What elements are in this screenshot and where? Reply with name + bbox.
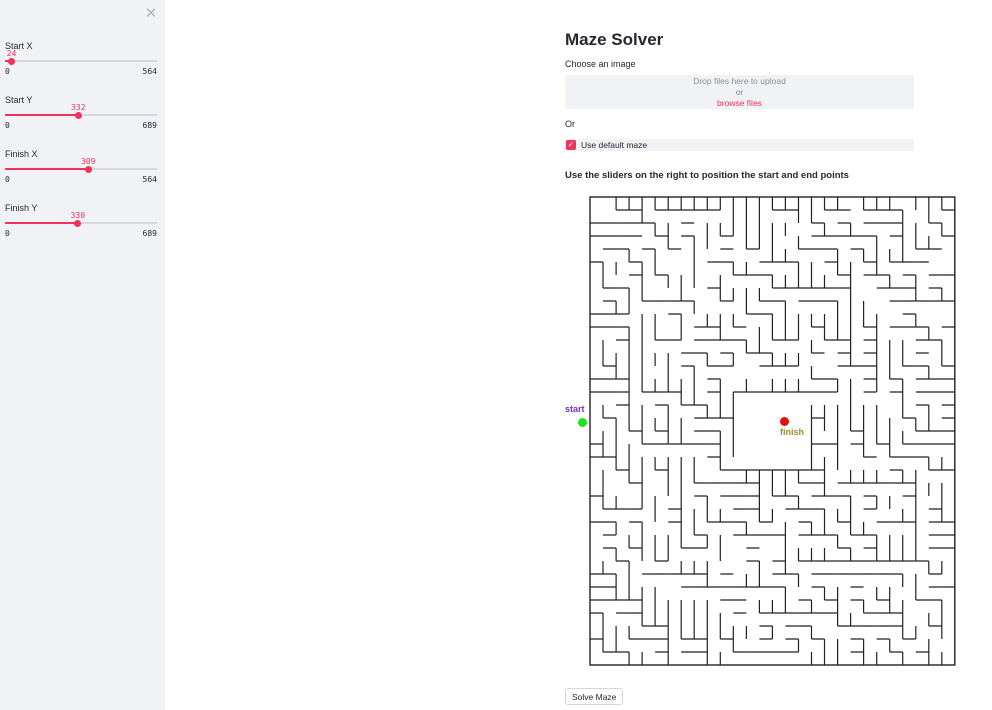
page-title: Maze Solver [565, 30, 664, 49]
slider-min: 0 [5, 175, 10, 184]
slider-track[interactable] [5, 57, 157, 65]
slider-finish-x[interactable]: Finish X 309 0 564 [5, 149, 157, 199]
slider-thumb[interactable] [84, 165, 92, 173]
slider-start-y[interactable]: Start Y 332 0 689 [5, 95, 157, 145]
slider-value: 332 [71, 103, 86, 112]
checkbox-checked-icon[interactable]: ✓ [566, 140, 576, 150]
drop-text: Drop files here to upload [693, 76, 786, 86]
finish-marker [780, 417, 789, 426]
instructions-text: Use the sliders on the right to position… [565, 170, 849, 181]
uploader-label: Choose an image [565, 59, 636, 69]
slider-track[interactable] [5, 165, 157, 173]
slider-min: 0 [5, 121, 10, 130]
slider-min: 0 [5, 67, 10, 76]
slider-fill [5, 168, 89, 170]
maze-grid [589, 196, 956, 666]
maze-image: start finish [565, 193, 960, 671]
slider-fill [5, 222, 78, 224]
slider-track[interactable] [5, 219, 157, 227]
main-content: Maze Solver Choose an image Drop files h… [565, 0, 956, 710]
slider-start-x[interactable]: Start X 24 0 564 [5, 41, 157, 91]
slider-track[interactable] [5, 111, 157, 119]
browse-files-link[interactable]: browse files [565, 98, 914, 109]
maze-border [589, 196, 956, 666]
checkbox-label: Use default maze [581, 140, 648, 150]
slider-label: Start Y [5, 95, 33, 105]
start-marker [578, 418, 587, 427]
slider-max: 564 [142, 175, 157, 184]
slider-min: 0 [5, 229, 10, 238]
slider-thumb[interactable] [74, 111, 82, 119]
slider-value: 24 [6, 49, 17, 58]
slider-max: 689 [142, 121, 157, 130]
slider-thumb[interactable] [74, 219, 82, 227]
dropzone-or-text: or [735, 87, 744, 97]
slider-finish-y[interactable]: Finish Y 330 0 689 [5, 203, 157, 253]
maze-walls [590, 197, 955, 665]
use-default-maze-checkbox[interactable]: ✓ Use default maze [565, 139, 914, 151]
or-label: Or [565, 119, 575, 129]
slider-label: Finish Y [5, 203, 38, 213]
slider-label: Finish X [5, 149, 38, 159]
slider-fill [5, 114, 79, 116]
slider-value: 309 [81, 157, 96, 166]
slider-max: 564 [142, 67, 157, 76]
file-dropzone[interactable]: Drop files here to upload or browse file… [565, 75, 914, 109]
sidebar: ✕ Start X 24 0 564 Start Y 332 0 689 Fin… [0, 0, 165, 710]
close-icon[interactable]: ✕ [144, 6, 158, 22]
finish-label: finish [780, 427, 804, 437]
slider-thumb[interactable] [7, 57, 15, 65]
solve-maze-button[interactable]: Solve Maze [565, 688, 624, 705]
start-label: start [565, 404, 585, 414]
slider-max: 689 [142, 229, 157, 238]
slider-value: 330 [70, 211, 86, 220]
